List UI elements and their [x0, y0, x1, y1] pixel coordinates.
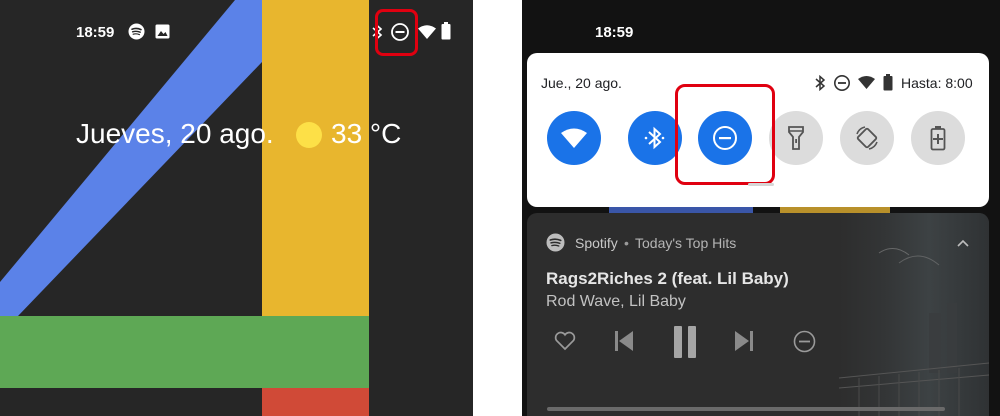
tile-wifi[interactable]	[547, 111, 601, 165]
drag-handle[interactable]	[748, 183, 774, 186]
tile-auto-rotate[interactable]	[840, 111, 894, 165]
media-notification[interactable]: Spotify • Today's Top Hits Rags2Riches 2…	[527, 213, 989, 416]
image-icon	[155, 24, 170, 39]
battery-saver-icon	[930, 126, 946, 151]
battery-icon	[883, 74, 893, 91]
status-time: 18:59	[595, 24, 634, 41]
glance-temperature[interactable]: 33 °C	[331, 118, 401, 150]
track-artist: Rod Wave, Lil Baby	[546, 293, 686, 310]
spotify-icon	[128, 23, 145, 40]
pause-icon[interactable]	[672, 325, 698, 359]
wifi-icon	[858, 76, 875, 89]
status-time: 18:59	[76, 24, 115, 41]
tile-battery-saver[interactable]	[911, 111, 965, 165]
home-screen: 18:59 Jueves, 20 ago. 33 °C	[0, 0, 473, 416]
dnd-status-icon	[834, 75, 850, 91]
bluetooth-icon	[644, 126, 665, 150]
auto-rotate-icon	[856, 126, 878, 150]
heart-icon[interactable]	[554, 331, 576, 351]
track-title: Rags2Riches 2 (feat. Lil Baby)	[546, 269, 789, 288]
block-icon[interactable]	[793, 330, 816, 353]
wallpaper-green-stripe	[0, 316, 369, 388]
wallpaper-red-stripe	[262, 388, 369, 416]
highlight-box	[375, 9, 418, 56]
flashlight-icon	[788, 126, 804, 150]
wifi-icon	[561, 128, 587, 148]
dnd-until-text: Hasta: 8:00	[901, 75, 973, 91]
skip-next-icon[interactable]	[734, 330, 754, 352]
glance-date[interactable]: Jueves, 20 ago.	[76, 118, 274, 150]
highlight-box	[675, 84, 775, 185]
qs-date[interactable]: Jue., 20 ago.	[541, 75, 622, 91]
media-separator: •	[624, 235, 629, 251]
media-app-name: Spotify	[575, 235, 618, 251]
quick-settings-panel: Jue., 20 ago. Hasta: 8:00	[527, 53, 989, 207]
battery-icon	[441, 22, 451, 40]
spotify-icon	[546, 233, 565, 252]
tile-flashlight[interactable]	[769, 111, 823, 165]
progress-bar[interactable]	[547, 407, 945, 411]
chevron-up-icon[interactable]	[957, 239, 969, 247]
sun-icon	[296, 122, 322, 148]
media-playlist: Today's Top Hits	[635, 235, 737, 251]
skip-previous-icon[interactable]	[614, 330, 634, 352]
tile-bluetooth[interactable]	[628, 111, 682, 165]
wifi-icon	[418, 25, 436, 39]
notification-shade: 18:59 Jue., 20 ago. Hasta: 8:00 Spotify …	[522, 0, 1000, 416]
bluetooth-icon	[815, 75, 826, 91]
